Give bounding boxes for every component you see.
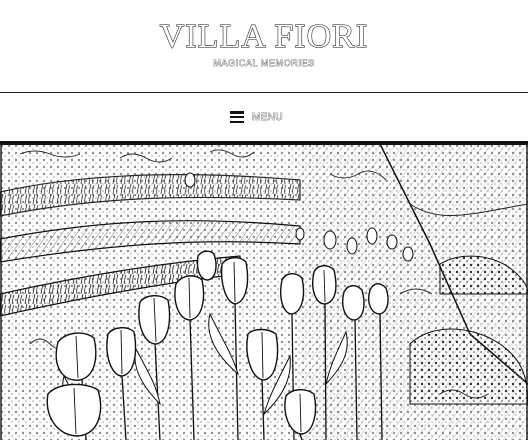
- nav-bar: MENU: [0, 93, 528, 144]
- site-tagline: MAGICAL MEMORIES: [213, 58, 315, 69]
- menu-label: MENU: [252, 111, 284, 123]
- hero-image: [0, 144, 528, 440]
- menu-toggle-button[interactable]: MENU: [230, 107, 283, 127]
- hamburger-icon: [230, 111, 244, 123]
- site-header: VILLA FIORI MAGICAL MEMORIES: [0, 0, 528, 94]
- tulip-garden-sketch: [0, 144, 528, 440]
- site-title[interactable]: VILLA FIORI: [0, 17, 528, 56]
